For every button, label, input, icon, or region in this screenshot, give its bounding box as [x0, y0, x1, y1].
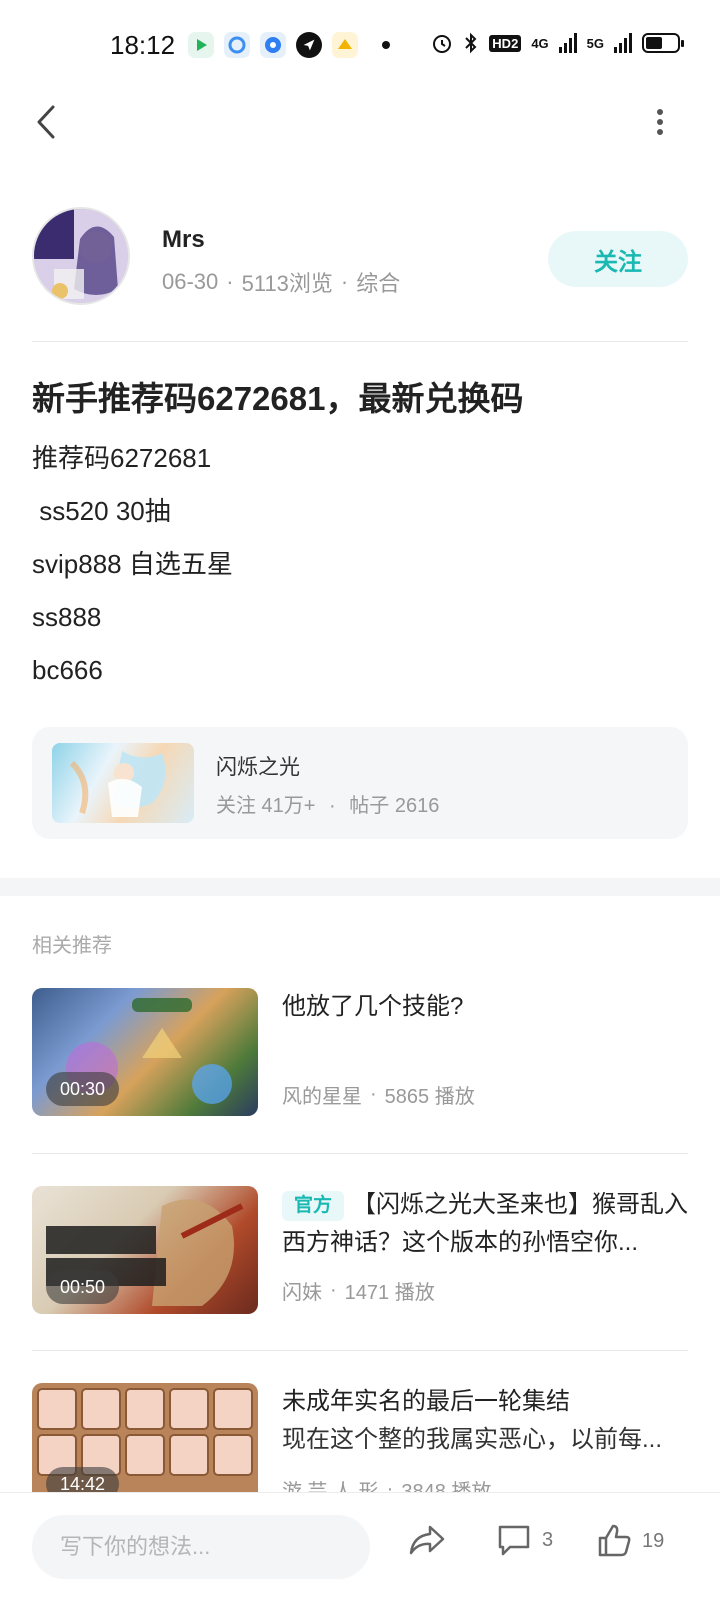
- official-badge: 官方: [282, 1190, 345, 1221]
- share-button[interactable]: [408, 1523, 446, 1557]
- thumbs-up-icon: [598, 1524, 631, 1557]
- game-posts: 帖子 2616: [349, 795, 440, 817]
- game-followers: 关注 41万+: [216, 795, 316, 817]
- comment-button[interactable]: 3: [496, 1523, 553, 1557]
- video-duration: 00:50: [46, 1270, 120, 1304]
- separator-dot: ·: [330, 1279, 337, 1301]
- related-item[interactable]: 00:30 他放了几个技能? 风的星星 · 5865 播放: [32, 988, 688, 1116]
- share-icon: [409, 1525, 445, 1555]
- post-category: 综合: [356, 271, 401, 296]
- author-avatar[interactable]: [32, 207, 130, 305]
- more-options-button[interactable]: [646, 100, 674, 144]
- cloud-app-icon: [224, 32, 250, 58]
- battery-level: [646, 37, 662, 49]
- game-name: 闪烁之光: [216, 756, 300, 779]
- separator-dot: ·: [340, 269, 349, 294]
- game-stats: 关注 41万+ · 帖子 2616: [216, 789, 439, 818]
- bluetooth-icon: [465, 32, 477, 54]
- post-line: 推荐码6272681: [32, 443, 212, 473]
- separator-dot: ·: [226, 269, 234, 294]
- navigation-app-icon: [296, 32, 322, 58]
- signal-icon: [614, 33, 632, 53]
- section-divider: [0, 878, 720, 896]
- status-time: 18:12: [110, 30, 176, 60]
- divider: [32, 341, 688, 342]
- more-vertical-icon: [657, 109, 663, 135]
- avatar-image: [34, 209, 128, 303]
- video-thumbnail: 00:30: [32, 988, 258, 1116]
- divider: [32, 1153, 688, 1154]
- like-button[interactable]: 19: [596, 1523, 664, 1559]
- related-item[interactable]: 00:50 官方 【闪烁之光大圣来也】猴哥乱入西方神话？这个版本的孙悟空你... …: [32, 1186, 688, 1314]
- back-button[interactable]: [26, 100, 66, 144]
- related-plays: 1471 播放: [344, 1282, 435, 1304]
- notification-dot-icon: [382, 41, 390, 49]
- comment-input[interactable]: [32, 1515, 370, 1579]
- hd-label: HD2: [489, 34, 522, 52]
- game-thumbnail: [52, 743, 194, 823]
- follow-button[interactable]: 关注: [548, 231, 688, 287]
- battery-icon: [642, 33, 684, 53]
- signal-icon: [558, 33, 577, 53]
- network-5g-label: 5G: [586, 35, 604, 51]
- related-title: 他放了几个技能?: [282, 993, 464, 1020]
- post-line: svip888 自选五星: [32, 549, 233, 579]
- separator-dot: ·: [329, 795, 336, 817]
- view-count: 5113浏览: [241, 271, 333, 296]
- browser-app-icon: [260, 32, 286, 58]
- author-name[interactable]: Mrs: [162, 226, 205, 254]
- post-title: 新手推荐码6272681，最新兑换码: [32, 380, 524, 417]
- related-title: 官方 【闪烁之光大圣来也】猴哥乱入西方神话？这个版本的孙悟空你...: [282, 1186, 688, 1262]
- related-author: 风的星星: [282, 1086, 362, 1108]
- network-4g-label: 4G: [531, 35, 549, 51]
- status-indicators: HD2 4G 5G: [431, 32, 684, 54]
- related-plays: 5865 播放: [384, 1086, 475, 1108]
- related-heading: 相关推荐: [32, 935, 112, 957]
- video-app-icon: [188, 32, 214, 58]
- divider: [32, 1350, 688, 1351]
- related-meta: 闪妹 · 1471 播放: [282, 1276, 435, 1305]
- video-thumbnail: 00:50: [32, 1186, 258, 1314]
- video-duration: 00:30: [46, 1072, 120, 1106]
- post-body: 推荐码6272681 ss520 30抽 svip888 自选五星 ss888 …: [32, 432, 233, 697]
- alarm-icon: [433, 35, 452, 53]
- like-count: 19: [642, 1529, 665, 1552]
- author-meta: 06-30 · 5113浏览 · 综合: [162, 266, 400, 298]
- chevron-left-icon: [37, 105, 55, 139]
- related-meta: 风的星星 · 5865 播放: [282, 1080, 475, 1109]
- bottom-action-bar: 3 19: [0, 1492, 720, 1600]
- status-app-icons: [188, 32, 390, 58]
- game-app-icon: [332, 32, 358, 58]
- post-line: ss888: [32, 602, 102, 632]
- post-line: ss520 30抽: [32, 496, 171, 526]
- related-subtitle: 现在这个整的我属实恶心，以前每...: [282, 1426, 663, 1453]
- separator-dot: ·: [370, 1083, 377, 1105]
- comment-count: 3: [542, 1528, 554, 1551]
- related-title: 未成年实名的最后一轮集结: [282, 1388, 570, 1415]
- post-date: 06-30: [162, 269, 219, 294]
- related-author: 闪妹: [282, 1282, 322, 1304]
- post-line: bc666: [32, 655, 103, 685]
- status-bar: 18:12 HD2 4G 5G: [0, 0, 720, 90]
- comment-icon: [498, 1525, 530, 1556]
- game-card[interactable]: 闪烁之光 关注 41万+ · 帖子 2616: [32, 727, 688, 839]
